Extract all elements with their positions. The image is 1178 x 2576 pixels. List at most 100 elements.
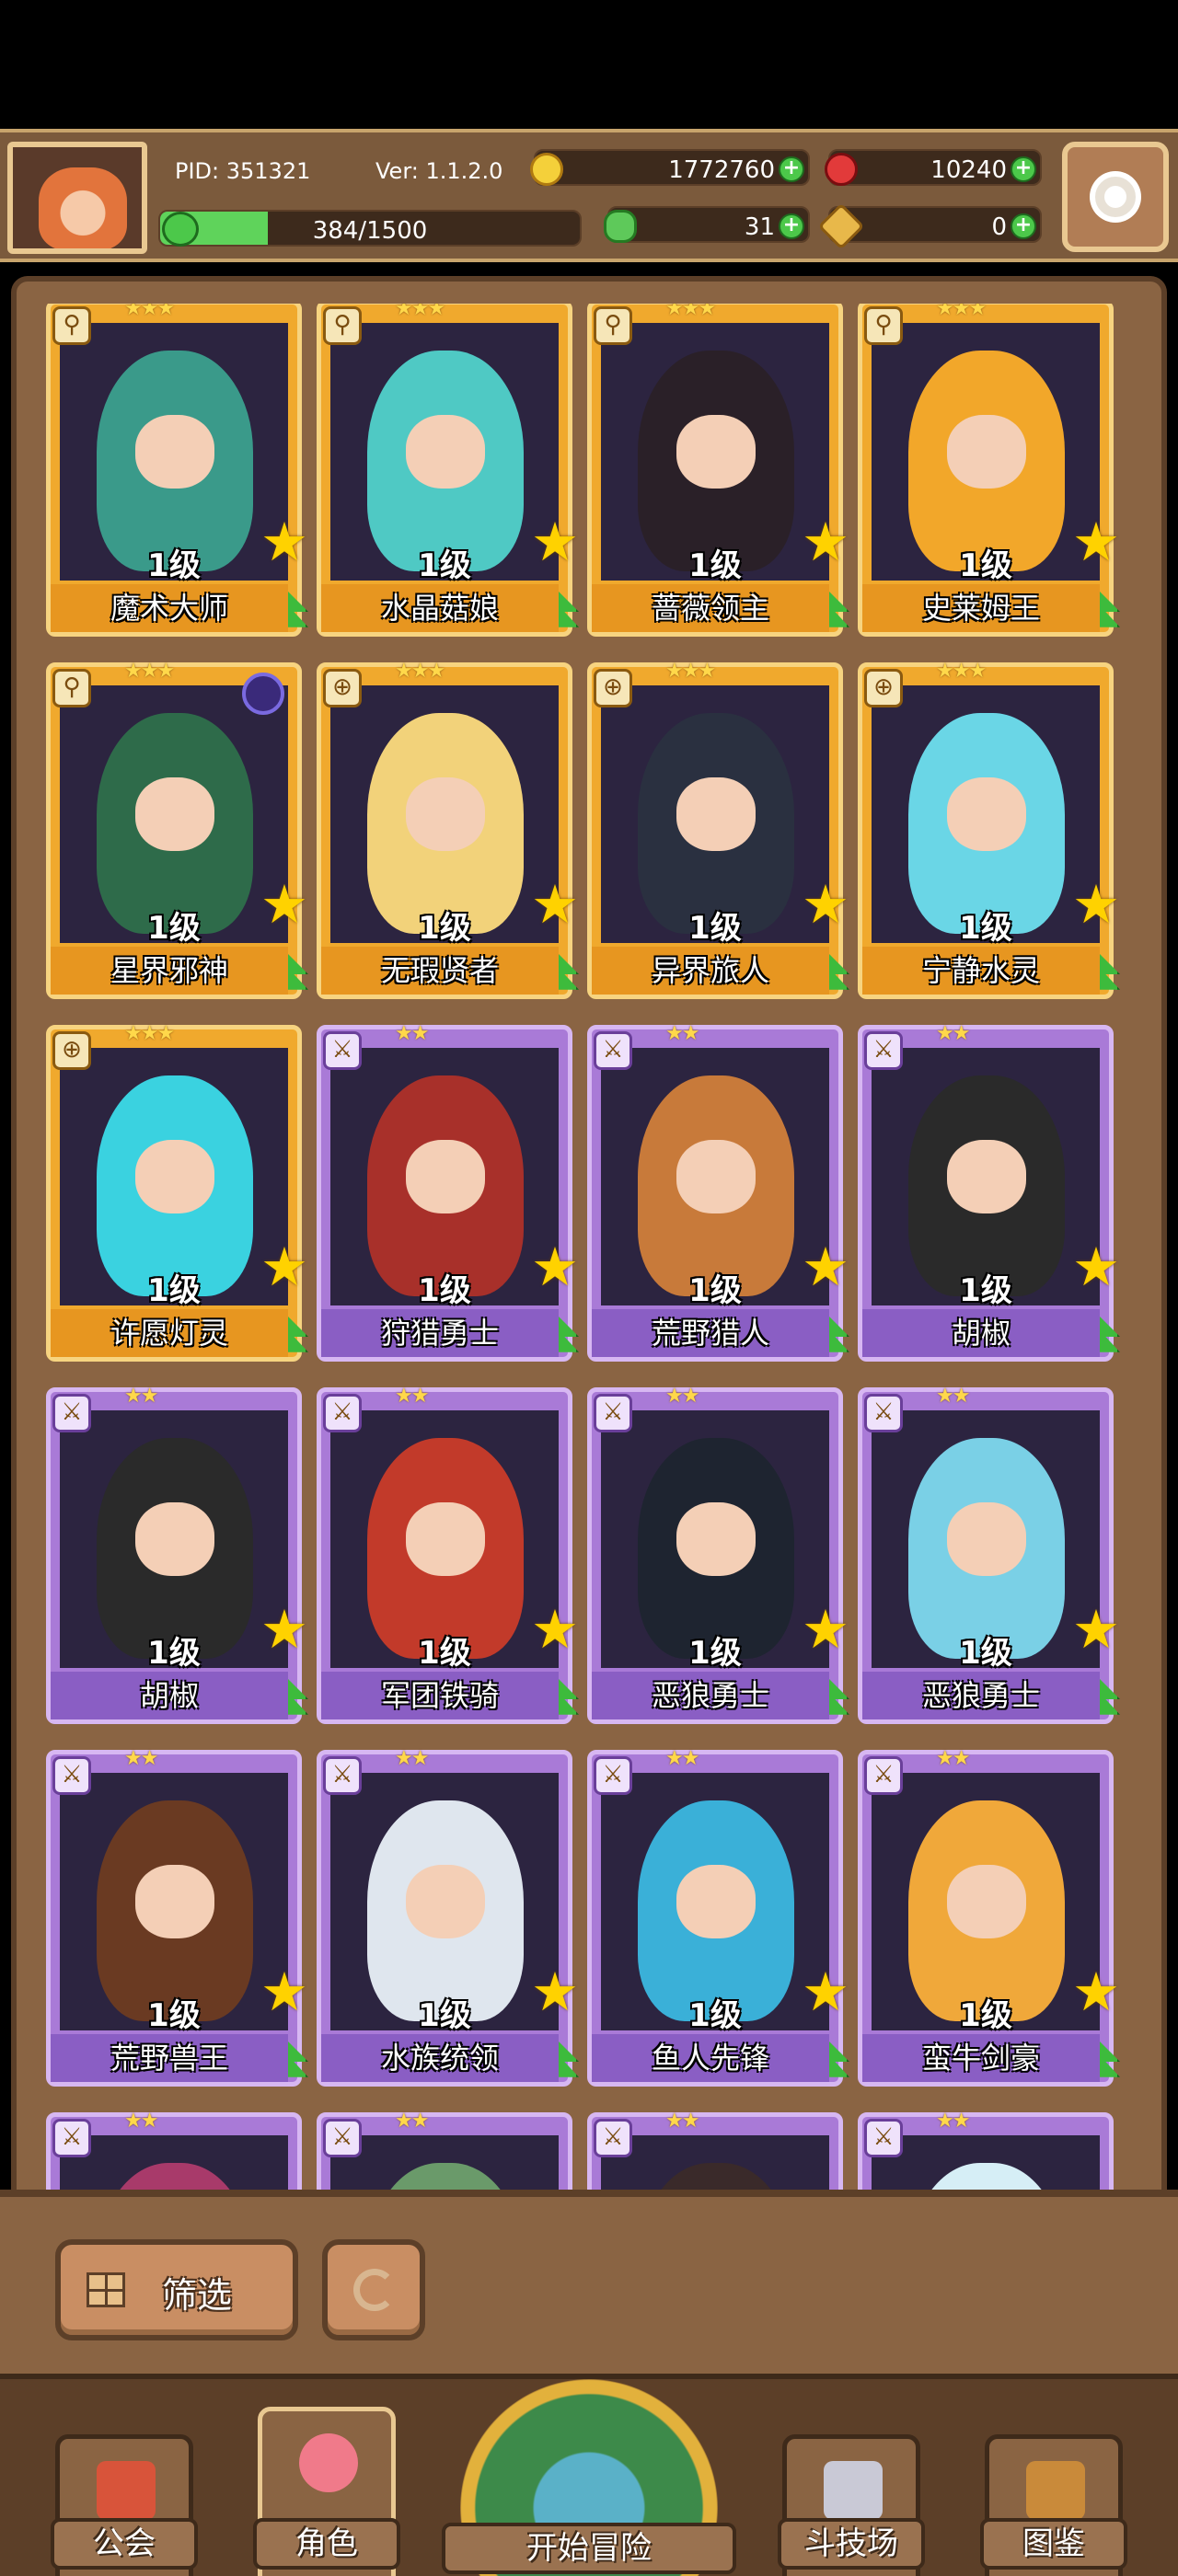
star-upgrade-icon[interactable]: ★ <box>259 1240 310 1294</box>
character-name: 狩猎勇士 <box>321 1309 559 1357</box>
star-upgrade-icon[interactable]: ★ <box>529 1965 581 2018</box>
refresh-button[interactable] <box>322 2239 425 2340</box>
version-label: Ver: 1.1.2.0 <box>375 158 503 184</box>
add-gold-button[interactable]: + <box>779 156 804 182</box>
star-upgrade-icon[interactable]: ★ <box>800 878 851 931</box>
star-upgrade-icon[interactable]: ★ <box>800 1603 851 1656</box>
grid-icon <box>87 2272 125 2307</box>
wrench-icon: ⚲ <box>52 669 91 707</box>
character-card[interactable]: ⚔ ★★ 1级 ★ 鱼人先锋 <box>587 1747 849 2087</box>
add-gem-button[interactable]: + <box>1011 156 1036 182</box>
rarity-stars: ★★★ <box>395 304 445 320</box>
character-name: 恶狼勇士 <box>592 1672 829 1719</box>
player-id: PID: 351321 <box>175 158 311 184</box>
character-card[interactable]: ⚲ ★★★ 1级 ★ 水晶菇娘 <box>317 304 579 637</box>
star-upgrade-icon[interactable]: ★ <box>1070 878 1122 931</box>
star-upgrade-icon[interactable]: ★ <box>529 878 581 931</box>
sword-icon: ⚔ <box>594 1031 632 1070</box>
character-card[interactable]: ⚔ ★★ <box>46 2110 302 2199</box>
character-name: 军团铁骑 <box>321 1672 559 1719</box>
character-card[interactable]: ⚔ ★★ 1级 ★ 狩猎勇士 <box>317 1022 579 1362</box>
nav-arena[interactable]: 斗技场 <box>778 2434 925 2576</box>
star-upgrade-icon[interactable]: ★ <box>1070 515 1122 569</box>
nav-codex[interactable]: 图鉴 <box>980 2434 1127 2576</box>
character-card[interactable]: ⚔ ★★ <box>587 2110 843 2199</box>
star-upgrade-icon[interactable]: ★ <box>1070 1603 1122 1656</box>
player-avatar[interactable] <box>7 142 147 254</box>
character-card[interactable]: ⚔ ★★ 1级 ★ 胡椒 <box>46 1385 308 1724</box>
star-upgrade-icon[interactable]: ★ <box>800 1965 851 2018</box>
key-icon <box>817 202 865 250</box>
character-card[interactable]: ⚔ ★★ 1级 ★ 恶狼勇士 <box>858 1385 1120 1724</box>
character-name: 星界邪神 <box>51 947 288 995</box>
star-upgrade-icon[interactable]: ★ <box>800 515 851 569</box>
wrench-icon: ⚲ <box>323 306 362 345</box>
filter-button[interactable]: 筛选 <box>55 2239 298 2340</box>
gem-counter: 10240 + <box>825 149 1042 186</box>
star-upgrade-icon[interactable]: ★ <box>1070 1240 1122 1294</box>
wrench-icon: ⚲ <box>594 306 632 345</box>
star-upgrade-icon[interactable]: ★ <box>529 1240 581 1294</box>
character-card[interactable]: ⚲ ★★★ 1级 ★ 蔷薇领主 <box>587 304 849 637</box>
sword-icon: ⚔ <box>864 1031 903 1070</box>
character-card[interactable]: ⚔ ★★ 1级 ★ 蛮牛剑豪 <box>858 1747 1120 2087</box>
character-card[interactable]: ⚲ ★★★ 1级 ★ 星界邪神 <box>46 660 308 999</box>
sword-icon: ⚔ <box>52 2119 91 2157</box>
filter-label: 筛选 <box>162 2275 233 2316</box>
nav-adventure[interactable]: 开始冒险 <box>442 2379 736 2576</box>
sword-icon: ⚔ <box>864 1394 903 1432</box>
rarity-stars: ★★ <box>395 1747 429 1770</box>
character-card[interactable]: ⚔ ★★ <box>858 2110 1114 2199</box>
sword-icon: ⚔ <box>323 1756 362 1795</box>
shield-icon: ⊕ <box>323 669 362 707</box>
nav-characters[interactable]: 角色 <box>253 2407 400 2576</box>
character-card[interactable]: ⚔ ★★ 1级 ★ 恶狼勇士 <box>587 1385 849 1724</box>
rarity-stars: ★★ <box>665 1022 699 1045</box>
star-upgrade-icon[interactable]: ★ <box>259 515 310 569</box>
star-upgrade-icon[interactable]: ★ <box>259 1603 310 1656</box>
character-card[interactable]: ⊕ ★★★ 1级 ★ 无瑕贤者 <box>317 660 579 999</box>
rarity-stars: ★★★ <box>665 660 716 683</box>
nav-guild[interactable]: 公会 <box>51 2434 198 2576</box>
character-card[interactable]: ⚔ ★★ 1级 ★ 军团铁骑 <box>317 1385 579 1724</box>
key-value: 0 <box>991 213 1007 241</box>
character-card[interactable]: ⚔ ★★ 1级 ★ 荒野猎人 <box>587 1022 849 1362</box>
rarity-stars: ★★ <box>936 1385 970 1408</box>
gear-icon <box>1095 177 1136 217</box>
character-card[interactable]: ⚔ ★★ 1级 ★ 胡椒 <box>858 1022 1120 1362</box>
top-bar: PID: 351321 Ver: 1.1.2.0 1772760 + 10240… <box>0 129 1178 262</box>
add-key-button[interactable]: + <box>1011 213 1036 239</box>
character-name: 荒野兽王 <box>51 2034 288 2082</box>
sword-icon: ⚔ <box>52 1756 91 1795</box>
character-name: 史莱姆王 <box>862 584 1100 632</box>
add-clover-button[interactable]: + <box>779 213 804 239</box>
character-card[interactable]: ⚔ ★★ <box>317 2110 572 2199</box>
shield-icon: ⊕ <box>864 669 903 707</box>
character-card[interactable]: ⊕ ★★★ 1级 ★ 许愿灯灵 <box>46 1022 308 1362</box>
crossed-swords-icon <box>824 2461 883 2520</box>
character-face-icon <box>299 2433 358 2492</box>
sword-icon: ⚔ <box>594 1394 632 1432</box>
star-upgrade-icon[interactable]: ★ <box>259 1965 310 2018</box>
character-card[interactable]: ⊕ ★★★ 1级 ★ 异界旅人 <box>587 660 849 999</box>
star-upgrade-icon[interactable]: ★ <box>259 878 310 931</box>
settings-button[interactable] <box>1062 142 1169 252</box>
character-card[interactable]: ⚲ ★★★ 1级 ★ 魔术大师 <box>46 304 308 637</box>
sword-icon: ⚔ <box>323 1031 362 1070</box>
clover-icon <box>604 210 637 243</box>
character-card[interactable]: ⚔ ★★ 1级 ★ 荒野兽王 <box>46 1747 308 2087</box>
star-upgrade-icon[interactable]: ★ <box>800 1240 851 1294</box>
character-name: 异界旅人 <box>592 947 829 995</box>
star-upgrade-icon[interactable]: ★ <box>1070 1965 1122 2018</box>
book-icon <box>1026 2461 1085 2520</box>
sword-icon: ⚔ <box>594 2119 632 2157</box>
character-card[interactable]: ⚲ ★★★ 1级 ★ 史莱姆王 <box>858 304 1120 637</box>
character-grid[interactable]: ⚲ ★★★ 1级 ★ 魔术大师 ⚲ ★★★ 1级 ★ 水晶菇娘 ⚲ ★★★ 1级 ★ 蔷薇领主 ⚲ ★★★ 1级 ★… <box>46 304 1132 2199</box>
star-upgrade-icon[interactable]: ★ <box>529 515 581 569</box>
rarity-stars: ★★ <box>124 1385 158 1408</box>
character-card[interactable]: ⚔ ★★ 1级 ★ 水族统领 <box>317 1747 579 2087</box>
character-card[interactable]: ⊕ ★★★ 1级 ★ 宁静水灵 <box>858 660 1120 999</box>
character-name: 恶狼勇士 <box>862 1672 1100 1719</box>
refresh-icon <box>353 2269 396 2311</box>
star-upgrade-icon[interactable]: ★ <box>529 1603 581 1656</box>
